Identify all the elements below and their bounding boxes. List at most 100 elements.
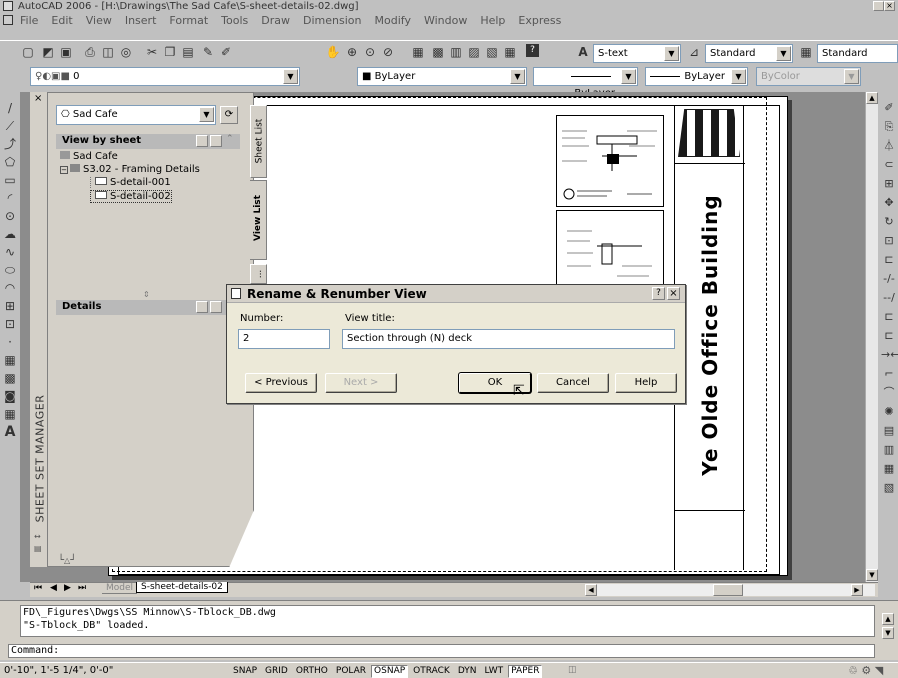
open-icon[interactable]: ◩ [40, 44, 56, 60]
copy-icon[interactable]: ❐ [162, 44, 178, 60]
designcenter-icon[interactable]: ▩ [430, 44, 446, 60]
zoom-window-icon[interactable]: ⊙ [362, 44, 378, 60]
toggle-polar[interactable]: POLAR [333, 665, 369, 678]
tab-view-list[interactable]: View List [250, 180, 267, 260]
scroll-right-icon[interactable]: ▶ [851, 584, 863, 596]
rotate-icon[interactable]: ↻ [881, 214, 897, 230]
polygon-icon[interactable]: ⬠ [2, 154, 18, 170]
break-at-point-icon[interactable]: ⊏ [881, 309, 897, 325]
minimize-button[interactable] [862, 1, 873, 11]
toggle-dyn[interactable]: DYN [455, 665, 480, 678]
toggle-paper[interactable]: PAPER [508, 665, 543, 678]
table-style-select[interactable]: Standard [817, 44, 898, 63]
previous-button[interactable]: < Previous [245, 373, 317, 393]
blockeditor-icon[interactable]: ✐ [218, 44, 234, 60]
scroll-up-icon[interactable]: ▲ [882, 613, 894, 625]
ellipse-arc-icon[interactable]: ◠ [2, 280, 18, 296]
plot-icon[interactable]: ⎙ [82, 44, 98, 60]
offset-icon[interactable]: ⊂ [881, 157, 897, 173]
menu-dimension[interactable]: Dimension [303, 13, 361, 29]
spline-icon[interactable]: ∿ [2, 244, 18, 260]
draworder-back-icon[interactable]: ▥ [881, 442, 897, 458]
text-style-select[interactable]: S-text ▼ [593, 44, 681, 63]
toggle-lwt[interactable]: LWT [482, 665, 507, 678]
multiline-text-icon[interactable]: A [2, 424, 18, 440]
arc-icon[interactable]: ◜ [2, 190, 18, 206]
prev-tab-icon[interactable]: ◀ [50, 583, 57, 593]
horizontal-scrollbar[interactable]: ◀ ▶ [585, 584, 875, 596]
save-icon[interactable]: ▣ [58, 44, 74, 60]
zoom-previous-icon[interactable]: ⊘ [380, 44, 396, 60]
scale-icon[interactable]: ⊡ [881, 233, 897, 249]
last-tab-icon[interactable]: ⏭ [78, 583, 86, 593]
menu-window[interactable]: Window [424, 13, 467, 29]
details-toggle-icon-2[interactable] [210, 301, 222, 313]
mirror-icon[interactable]: ⏃ [881, 138, 897, 154]
draworder-front-icon[interactable]: ▤ [881, 423, 897, 439]
layer-select[interactable]: ♀◐▣■ 0 ▼ [30, 67, 300, 86]
menu-format[interactable]: Format [169, 13, 208, 29]
tree-root[interactable]: Sad Cafe [60, 151, 118, 162]
menu-insert[interactable]: Insert [125, 13, 157, 29]
toggle-grid[interactable]: GRID [262, 665, 291, 678]
scroll-down-icon[interactable]: ▼ [866, 569, 878, 581]
circle-icon[interactable]: ⊙ [2, 208, 18, 224]
properties-menu-icon[interactable]: ▤ [34, 544, 42, 553]
tab-model[interactable]: Model [102, 583, 138, 594]
tree-view-002[interactable]: S-detail-002 [90, 190, 172, 203]
new-icon[interactable]: ▢ [20, 44, 36, 60]
insert-block-icon[interactable]: ⊞ [2, 298, 18, 314]
trim-icon[interactable]: -/- [881, 271, 897, 287]
move-icon[interactable]: ✥ [881, 195, 897, 211]
vertical-scrollbar[interactable]: ▲ ▼ [865, 92, 878, 582]
tree-view-001[interactable]: S-detail-001 [90, 177, 171, 188]
help-button[interactable]: Help [615, 373, 677, 393]
erase-icon[interactable]: ✐ [881, 100, 897, 116]
menu-modify[interactable]: Modify [375, 13, 411, 29]
toggle-otrack[interactable]: OTRACK [410, 665, 453, 678]
tab-sheet-list[interactable]: Sheet List [250, 105, 267, 178]
join-icon[interactable]: →← [881, 347, 898, 363]
color-select[interactable]: ■ ByLayer ▼ [357, 67, 527, 86]
toggle-osnap[interactable]: OSNAP [371, 665, 409, 678]
stretch-icon[interactable]: ⊏ [881, 252, 897, 268]
scroll-up-icon[interactable]: ▲ [866, 92, 878, 104]
pan-icon[interactable]: ✋ [325, 44, 341, 60]
polyline-icon[interactable]: ⤴ [2, 136, 18, 152]
scroll-thumb[interactable] [713, 584, 743, 596]
close-button[interactable]: × [884, 1, 895, 11]
restore-button[interactable] [873, 1, 884, 11]
properties-icon[interactable]: ▦ [410, 44, 426, 60]
maximize-viewport-icon[interactable]: ◫ [568, 665, 577, 675]
menu-edit[interactable]: Edit [51, 13, 72, 29]
number-input[interactable]: 2 [238, 329, 330, 349]
close-icon[interactable]: × [34, 93, 42, 104]
menu-help[interactable]: Help [480, 13, 505, 29]
view-toggle-icon[interactable] [196, 135, 208, 147]
toggle-ortho[interactable]: ORTHO [293, 665, 331, 678]
construction-line-icon[interactable]: ⟋ [2, 118, 18, 134]
menu-view[interactable]: View [86, 13, 112, 29]
chamfer-icon[interactable]: ⌐ [881, 366, 897, 382]
gradient-icon[interactable]: ▩ [2, 370, 18, 386]
explode-icon[interactable]: ✺ [881, 404, 897, 420]
extend-icon[interactable]: --/ [881, 290, 897, 306]
tree-sheet[interactable]: − S3.02 - Framing Details [60, 164, 200, 175]
table-icon[interactable]: ▦ [2, 406, 18, 422]
publish-icon[interactable]: ◎ [118, 44, 134, 60]
tab-layout[interactable]: S-sheet-details-02 [136, 582, 228, 593]
lineweight-select[interactable]: ByLayer ▼ [645, 67, 748, 86]
refresh-icon[interactable]: ⟳ [220, 106, 238, 124]
toggle-snap[interactable]: SNAP [230, 665, 260, 678]
dim-style-select[interactable]: Standard ▼ [705, 44, 793, 63]
collapse-icon[interactable]: ⌃ [226, 134, 234, 144]
region-icon[interactable]: ◙ [2, 388, 18, 404]
break-icon[interactable]: ⊏ [881, 328, 897, 344]
command-line[interactable]: Command: [8, 644, 875, 658]
tab-more[interactable]: ... [250, 264, 267, 284]
hatch-icon[interactable]: ▦ [2, 352, 18, 368]
sheet-set-select[interactable]: ⎔ Sad Cafe ▼ [56, 105, 216, 125]
splitter-icon[interactable]: ⇕ [143, 290, 150, 299]
revision-cloud-icon[interactable]: ☁ [2, 226, 18, 242]
help-icon[interactable]: ? [526, 44, 539, 57]
